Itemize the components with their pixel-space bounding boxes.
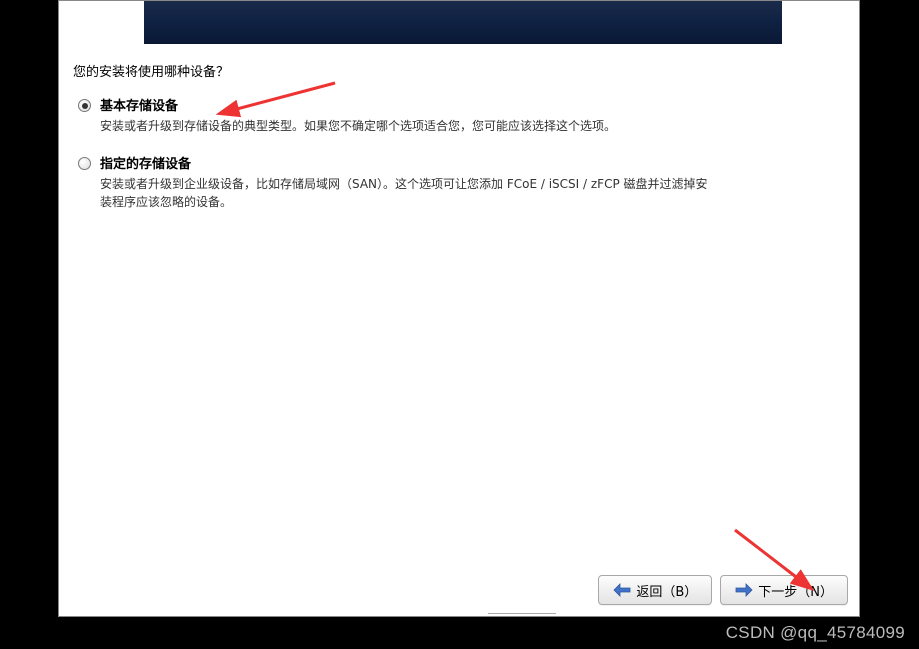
option-specified-title: 指定的存储设备: [100, 153, 845, 172]
footer-buttons: 返回（B） 下一步（N）: [598, 575, 848, 605]
next-button-label: 下一步（N）: [758, 581, 833, 600]
option-basic-title: 基本存储设备: [100, 95, 845, 114]
option-basic-storage[interactable]: 基本存储设备 安装或者升级到存储设备的典型类型。如果您不确定哪个选项适合您，您可…: [78, 95, 845, 135]
watermark: CSDN @qq_45784099: [726, 623, 905, 643]
installer-window: 您的安装将使用哪种设备？ 基本存储设备 安装或者升级到存储设备的典型类型。如果您…: [58, 0, 860, 617]
arrow-left-icon: [613, 583, 631, 597]
footer-separator: [488, 613, 556, 614]
back-button[interactable]: 返回（B）: [598, 575, 712, 605]
header-banner: [144, 1, 782, 44]
storage-question: 您的安装将使用哪种设备？: [73, 61, 845, 80]
option-basic-body: 基本存储设备 安装或者升级到存储设备的典型类型。如果您不确定哪个选项适合您，您可…: [100, 95, 845, 135]
next-button[interactable]: 下一步（N）: [720, 575, 848, 605]
arrow-right-icon: [735, 583, 753, 597]
option-specified-body: 指定的存储设备 安装或者升级到企业级设备，比如存储局域网（SAN）。这个选项可让…: [100, 153, 845, 211]
back-button-label: 返回（B）: [636, 581, 697, 600]
content-area: 您的安装将使用哪种设备？ 基本存储设备 安装或者升级到存储设备的典型类型。如果您…: [73, 61, 845, 229]
radio-basic[interactable]: [78, 99, 91, 112]
option-specified-storage[interactable]: 指定的存储设备 安装或者升级到企业级设备，比如存储局域网（SAN）。这个选项可让…: [78, 153, 845, 211]
option-basic-desc: 安装或者升级到存储设备的典型类型。如果您不确定哪个选项适合您，您可能应该选择这个…: [100, 117, 710, 135]
radio-specified[interactable]: [78, 157, 91, 170]
option-specified-desc: 安装或者升级到企业级设备，比如存储局域网（SAN）。这个选项可让您添加 FCoE…: [100, 175, 710, 211]
